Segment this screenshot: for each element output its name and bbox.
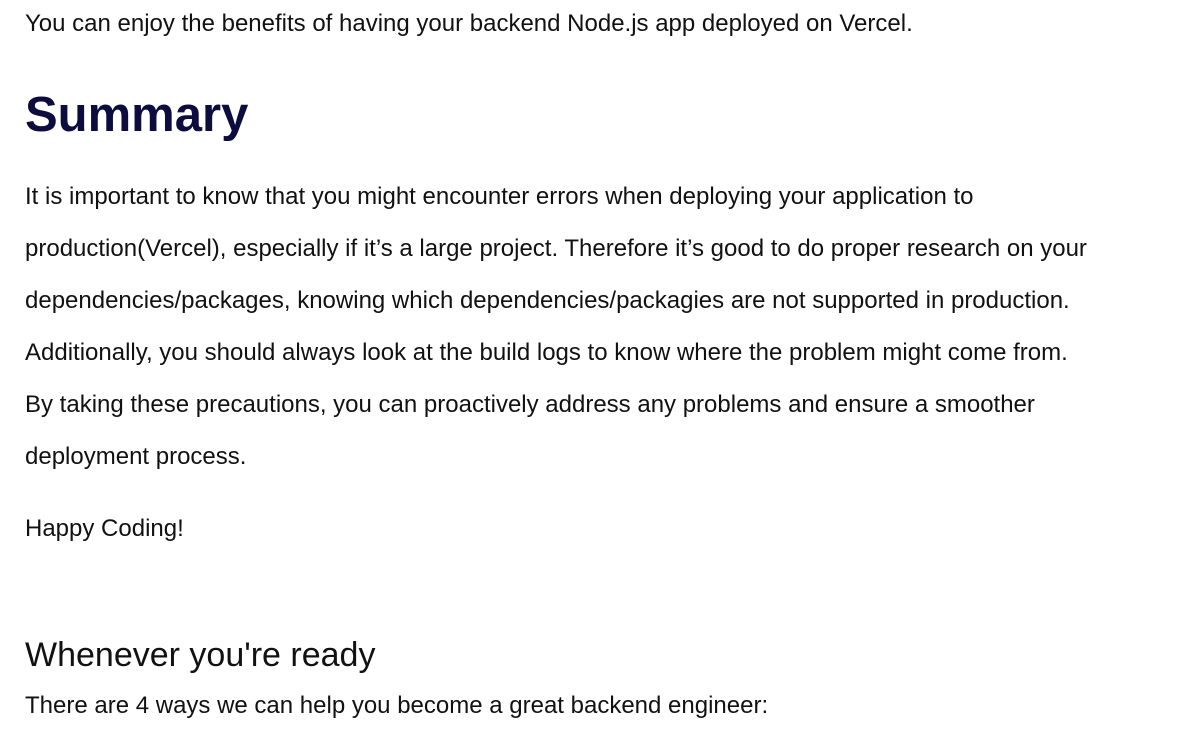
summary-line: By taking these precautions, you can pro… [25,391,1035,418]
summary-line: It is important to know that you might e… [25,183,974,210]
signoff-text: Happy Coding! [25,515,184,542]
intro-paragraph: You can enjoy the benefits of having you… [25,10,913,37]
summary-line: dependencies/packages, knowing which dep… [25,287,1070,314]
summary-line: deployment process. [25,443,247,470]
summary-line: Additionally, you should always look at … [25,339,1068,366]
cta-text: There are 4 ways we can help you become … [25,692,769,719]
summary-line: production(Vercel), especially if it’s a… [25,235,1087,262]
summary-heading: Summary [25,88,249,142]
cta-heading: Whenever you're ready [25,636,376,674]
summary-paragraph: It is important to know that you might e… [25,171,1185,483]
